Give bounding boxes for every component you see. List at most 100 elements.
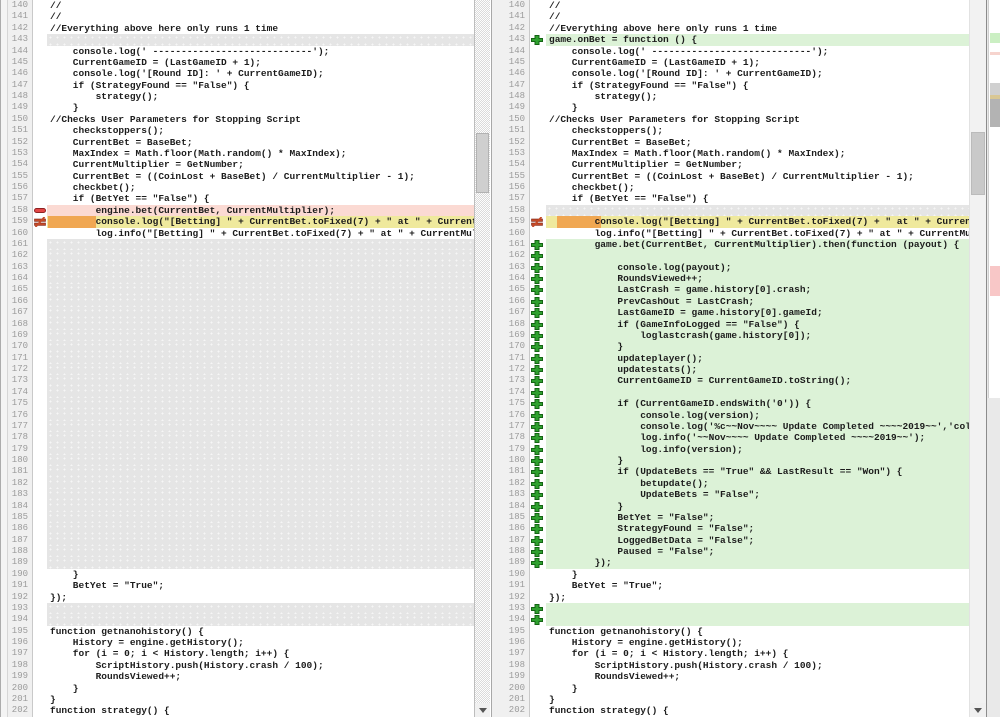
code-text[interactable]: //Checks User Parameters for Stopping Sc… xyxy=(47,114,474,125)
code-text[interactable] xyxy=(47,523,474,534)
code-text[interactable]: CurrentBet = BaseBet; xyxy=(47,137,474,148)
diff-map-mark[interactable] xyxy=(990,52,1000,55)
code-text[interactable]: MaxIndex = Math.floor(Math.random() * Ma… xyxy=(546,148,969,159)
code-text[interactable]: console.log("[Betting] " + CurrentBet.to… xyxy=(546,216,969,227)
code-text[interactable]: } xyxy=(47,102,474,113)
code-text[interactable]: CurrentGameID = (LastGameID + 1); xyxy=(546,57,969,68)
code-text[interactable]: console.log('%c~~Nov~~~~ Update Complete… xyxy=(546,421,969,432)
code-text[interactable]: Paused = "False"; xyxy=(546,546,969,557)
code-text[interactable]: //Everything above here only runs 1 time xyxy=(546,23,969,34)
code-text[interactable]: PrevCashOut = LastCrash; xyxy=(546,296,969,307)
code-text[interactable] xyxy=(47,34,474,45)
code-text[interactable] xyxy=(47,330,474,341)
code-text[interactable]: checkbet(); xyxy=(546,182,969,193)
code-text[interactable]: History = engine.getHistory(); xyxy=(47,637,474,648)
code-text[interactable]: checkstoppers(); xyxy=(47,125,474,136)
code-text[interactable]: LoggedBetData = "False"; xyxy=(546,535,969,546)
code-text[interactable]: engine.bet(CurrentBet, CurrentMultiplier… xyxy=(47,205,474,216)
code-text[interactable] xyxy=(47,535,474,546)
code-text[interactable] xyxy=(47,375,474,386)
code-text[interactable]: function strategy() { xyxy=(47,705,474,716)
code-text[interactable] xyxy=(546,205,969,216)
code-text[interactable]: }); xyxy=(47,592,474,603)
code-text[interactable] xyxy=(47,250,474,261)
code-text[interactable]: } xyxy=(546,501,969,512)
code-text[interactable] xyxy=(47,489,474,500)
code-text[interactable]: console.log(payout); xyxy=(546,262,969,273)
code-text[interactable] xyxy=(47,296,474,307)
diff-map-mark[interactable] xyxy=(990,83,1000,95)
code-text[interactable]: } xyxy=(47,569,474,580)
code-text[interactable]: console.log('[Round ID]: ' + CurrentGame… xyxy=(546,68,969,79)
code-text[interactable]: //Checks User Parameters for Stopping Sc… xyxy=(546,114,969,125)
code-text[interactable]: StrategyFound = "False"; xyxy=(546,523,969,534)
code-text[interactable] xyxy=(47,455,474,466)
code-text[interactable]: updateplayer(); xyxy=(546,353,969,364)
code-text[interactable]: RoundsViewed++; xyxy=(546,671,969,682)
right-scrollbar-thumb[interactable] xyxy=(971,132,985,195)
code-text[interactable]: checkstoppers(); xyxy=(546,125,969,136)
code-text[interactable]: console.log('[Round ID]: ' + CurrentGame… xyxy=(47,68,474,79)
code-text[interactable] xyxy=(47,307,474,318)
code-text[interactable]: MaxIndex = Math.floor(Math.random() * Ma… xyxy=(47,148,474,159)
code-text[interactable]: if (StrategyFound == "False") { xyxy=(47,80,474,91)
code-text[interactable] xyxy=(47,319,474,330)
code-text[interactable]: updatestats(); xyxy=(546,364,969,375)
code-text[interactable]: game.onBet = function () { xyxy=(546,34,969,45)
code-text[interactable]: if (UpdateBets == "True" && LastResult =… xyxy=(546,466,969,477)
code-text[interactable]: strategy(); xyxy=(546,91,969,102)
code-text[interactable]: betupdate(); xyxy=(546,478,969,489)
left-scrollbar-down-button[interactable] xyxy=(475,703,490,717)
code-text[interactable]: if (BetYet == "False") { xyxy=(47,193,474,204)
code-text[interactable]: function strategy() { xyxy=(546,705,969,716)
code-text[interactable]: log.info("[Betting] " + CurrentBet.toFix… xyxy=(546,228,969,239)
code-text[interactable]: }); xyxy=(546,592,969,603)
code-text[interactable]: // xyxy=(546,11,969,22)
code-text[interactable] xyxy=(47,410,474,421)
code-text[interactable] xyxy=(47,546,474,557)
code-text[interactable]: CurrentBet = BaseBet; xyxy=(546,137,969,148)
code-text[interactable] xyxy=(47,512,474,523)
code-text[interactable]: } xyxy=(546,683,969,694)
code-text[interactable] xyxy=(47,262,474,273)
code-text[interactable] xyxy=(47,353,474,364)
code-text[interactable]: CurrentMultiplier = GetNumber; xyxy=(546,159,969,170)
diff-overview-track[interactable] xyxy=(988,0,1000,398)
code-text[interactable]: for (i = 0; i < History.length; i++) { xyxy=(47,648,474,659)
code-text[interactable] xyxy=(47,273,474,284)
code-text[interactable] xyxy=(47,478,474,489)
code-text[interactable]: if (GameInfoLogged == "False") { xyxy=(546,319,969,330)
code-text[interactable]: strategy(); xyxy=(47,91,474,102)
code-text[interactable]: ScriptHistory.push(History.crash / 100); xyxy=(546,660,969,671)
code-text[interactable]: loglastcrash(game.history[0]); xyxy=(546,330,969,341)
code-text[interactable] xyxy=(47,387,474,398)
code-text[interactable]: History = engine.getHistory(); xyxy=(546,637,969,648)
code-text[interactable] xyxy=(47,239,474,250)
code-text[interactable]: checkbet(); xyxy=(47,182,474,193)
code-text[interactable]: function getnanohistory() { xyxy=(47,626,474,637)
code-text[interactable]: RoundsViewed++; xyxy=(546,273,969,284)
code-text[interactable]: CurrentBet = ((CoinLost + BaseBet) / Cur… xyxy=(546,171,969,182)
code-text[interactable]: log.info('~~Nov~~~~ Update Completed ~~~… xyxy=(546,432,969,443)
code-text[interactable]: console.log(version); xyxy=(546,410,969,421)
code-text[interactable] xyxy=(47,398,474,409)
diff-map-mark[interactable] xyxy=(990,99,1000,127)
code-text[interactable]: if (BetYet == "False") { xyxy=(546,193,969,204)
code-text[interactable]: CurrentMultiplier = GetNumber; xyxy=(47,159,474,170)
code-text[interactable]: if (CurrentGameID.endsWith('0')) { xyxy=(546,398,969,409)
code-text[interactable]: console.log(' --------------------------… xyxy=(47,46,474,57)
right-scrollbar-down-button[interactable] xyxy=(970,703,986,717)
code-text[interactable] xyxy=(47,284,474,295)
code-text[interactable] xyxy=(546,614,969,625)
code-text[interactable] xyxy=(47,614,474,625)
code-text[interactable]: BetYet = "True"; xyxy=(546,580,969,591)
code-text[interactable] xyxy=(546,603,969,614)
code-text[interactable] xyxy=(47,421,474,432)
code-text[interactable] xyxy=(47,501,474,512)
code-text[interactable]: function getnanohistory() { xyxy=(546,626,969,637)
code-text[interactable] xyxy=(47,341,474,352)
left-pane-scrollbar[interactable] xyxy=(474,0,490,717)
code-text[interactable]: } xyxy=(546,569,969,580)
code-text[interactable]: } xyxy=(546,341,969,352)
code-text[interactable]: CurrentBet = ((CoinLost + BaseBet) / Cur… xyxy=(47,171,474,182)
